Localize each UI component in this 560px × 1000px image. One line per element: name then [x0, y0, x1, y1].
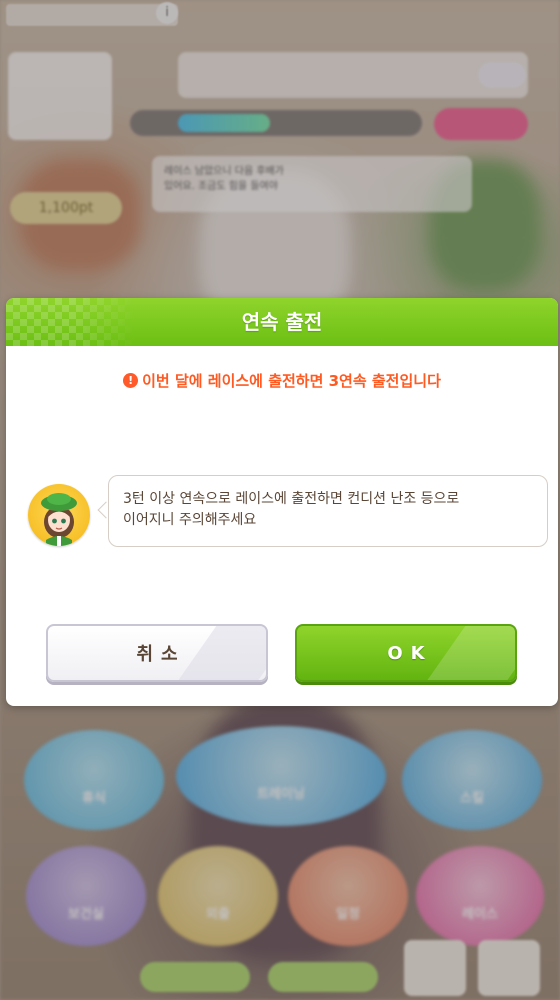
warning-line: ! 이번 달에 레이스에 출전하면 3연속 출전입니다 — [6, 368, 558, 392]
message-line-1: 3턴 이상 연속으로 레이스에 출전하면 컨디션 난조 등으로 — [123, 491, 460, 507]
cancel-button[interactable]: 취소 — [46, 624, 268, 682]
warning-text: 이번 달에 레이스에 출전하면 3연속 출전입니다 — [142, 371, 441, 390]
dialog-title: 연속 출전 — [241, 310, 323, 334]
ok-label: OK — [387, 642, 433, 664]
speech-bubble: 3턴 이상 연속으로 레이스에 출전하면 컨디션 난조 등으로 이어지니 주의해… — [108, 475, 548, 547]
cancel-label: 취소 — [136, 644, 186, 665]
button-decoration — [175, 626, 266, 680]
warning-icon: ! — [123, 372, 139, 388]
consecutive-race-dialog: 연속 출전 ! 이번 달에 레이스에 출전하면 3연속 출전입니다 3턴 이상 … — [6, 298, 558, 706]
dialog-header: 연속 출전 — [6, 298, 558, 346]
button-decoration — [424, 626, 515, 680]
message-line-2: 이어지니 주의해주세요 — [123, 512, 257, 528]
ok-button[interactable]: OK — [295, 624, 517, 682]
character-avatar — [28, 484, 90, 546]
character-portrait-icon — [41, 493, 77, 546]
